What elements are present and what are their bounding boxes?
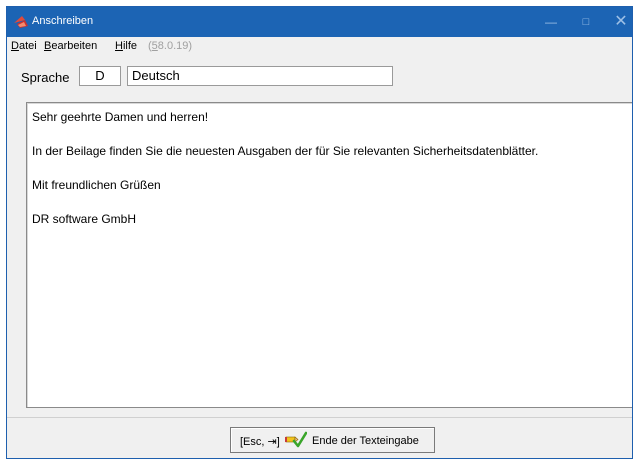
menu-bearbeiten-label: earbeiten [51, 40, 98, 52]
letter-line: In der Beilage finden Sie die neuesten A… [32, 144, 539, 158]
letter-line: Mit freundlichen Grüßen [32, 178, 161, 192]
window-title: Anschreiben [32, 15, 94, 27]
end-button-label: Ende der Texteingabe [312, 435, 419, 447]
app-window: Anschreiben — □ ✕ Datei Bearbeiten Hilfe… [6, 6, 633, 459]
language-label: Sprache [21, 70, 70, 85]
app-logo-icon [14, 16, 28, 28]
minimize-button[interactable]: — [537, 7, 565, 37]
menu-datei-label: atei [18, 40, 37, 52]
maximize-button[interactable]: □ [572, 7, 600, 37]
shortcut-hint: [Esc, ⇥] [240, 436, 280, 448]
language-code-field[interactable]: D [79, 66, 121, 86]
letter-line: Sehr geehrte Damen und herren! [32, 110, 209, 124]
menu-bearbeiten[interactable]: Bearbeiten [44, 40, 97, 52]
menu-datei-accel: D [11, 40, 19, 52]
pencil-check-icon [285, 431, 307, 448]
menu-hilfe[interactable]: Hilfe [115, 40, 137, 52]
close-button[interactable]: ✕ [607, 7, 632, 37]
footer-divider [7, 417, 632, 418]
menu-hilfe-label: ilfe [122, 40, 138, 52]
menu-datei[interactable]: Datei [11, 40, 37, 52]
title-bar[interactable]: Anschreiben — □ ✕ [7, 7, 632, 37]
menu-hilfe-accel: H [115, 40, 123, 52]
version-label: (58.0.19) [148, 40, 192, 52]
version-rest: 8.0.19) [157, 40, 193, 52]
language-name-field[interactable]: Deutsch [127, 66, 393, 86]
end-text-input-button[interactable]: [Esc, ⇥] Ende der Texteingabe [230, 427, 435, 453]
menu-bar: Datei Bearbeiten Hilfe (58.0.19) [7, 37, 632, 55]
letter-line: DR software GmbH [32, 212, 137, 226]
letter-text-area[interactable]: Sehr geehrte Damen und herren! In der Be… [26, 102, 632, 408]
